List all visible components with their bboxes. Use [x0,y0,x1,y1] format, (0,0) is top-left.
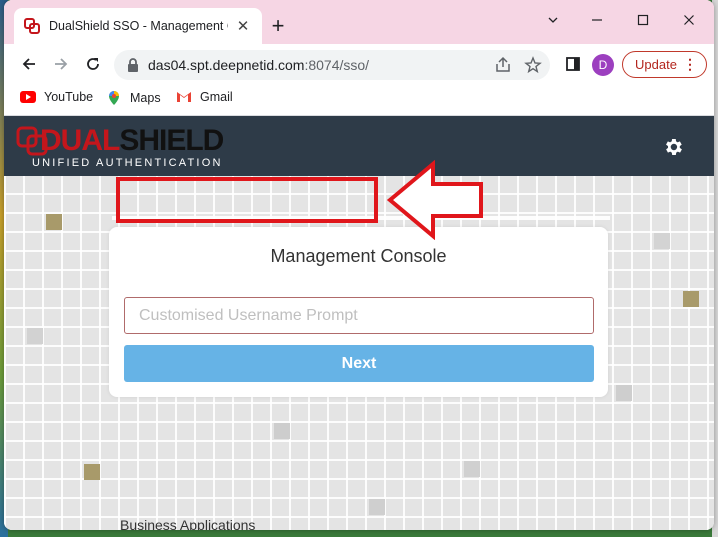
tab-title: DualShield SSO - Management C [49,19,228,33]
bookmark-youtube[interactable]: YouTube [20,90,93,104]
new-tab-button[interactable]: + [267,15,289,38]
url-host: das04.spt.deepnetid.com [148,57,305,73]
mosaic-tile [654,233,670,249]
profile-avatar[interactable]: D [592,54,614,76]
dualshield-favicon-icon [24,18,40,34]
mosaic-tile [616,385,632,401]
gear-icon[interactable] [662,136,684,158]
login-card: Management Console Next [109,227,608,397]
mosaic-tile [683,291,699,307]
logo-tagline: UNIFIED AUTHENTICATION [32,157,223,169]
username-input[interactable] [124,297,594,334]
mosaic-tile [84,464,100,480]
back-arrow-icon[interactable] [16,51,42,77]
maximize-button[interactable] [620,8,666,32]
mosaic-tile [46,214,62,230]
bookmarks-bar: YouTube Maps Gmail [4,84,714,116]
minimize-window-button[interactable] [574,8,620,32]
browser-window: DualShield SSO - Management C ✕ + das04.… [4,0,714,530]
bookmark-maps[interactable]: Maps [106,90,161,106]
minimize-button[interactable] [530,8,576,32]
card-title: Management Console [270,246,447,266]
browser-toolbar: das04.spt.deepnetid.com:8074/sso/ D Upda… [4,44,714,84]
mosaic-tile [369,499,385,515]
update-label: Update [635,57,677,72]
url-path: :8074/sso/ [304,57,370,73]
reload-icon[interactable] [80,51,106,77]
tab-close-icon[interactable]: ✕ [234,17,252,35]
dualshield-logo: DUALSHIELD UNIFIED AUTHENTICATION [16,124,226,172]
share-icon[interactable] [494,56,512,74]
close-window-button[interactable] [666,8,712,32]
tab-strip: DualShield SSO - Management C ✕ + [4,0,714,44]
mosaic-tile [274,423,290,439]
gmail-icon [176,91,192,103]
forward-arrow-icon[interactable] [48,51,74,77]
background-partial-text: Business Applications [120,517,256,530]
bookmark-star-icon[interactable] [524,56,542,74]
update-button[interactable]: Update ⋮ [622,51,707,78]
logo-wordmark: DUALSHIELD [40,124,224,157]
youtube-icon [20,91,36,103]
next-button[interactable]: Next [124,345,594,382]
more-menu-icon[interactable]: ⋮ [683,55,697,73]
annotation-arrow-icon [387,160,483,240]
bookmark-label: Maps [130,91,161,105]
bookmark-gmail[interactable]: Gmail [176,90,233,104]
mosaic-tile [464,461,480,477]
app-header: DUALSHIELD UNIFIED AUTHENTICATION [4,116,714,176]
mosaic-tile [27,328,43,344]
bookmark-label: Gmail [200,90,233,104]
address-bar[interactable]: das04.spt.deepnetid.com:8074/sso/ [114,50,550,80]
maps-icon [106,90,122,106]
lock-icon[interactable] [126,57,140,76]
annotation-highlight-box [116,177,378,223]
bookmark-label: YouTube [44,90,94,104]
active-tab[interactable]: DualShield SSO - Management C ✕ [14,8,262,44]
side-panel-icon[interactable] [560,51,586,77]
